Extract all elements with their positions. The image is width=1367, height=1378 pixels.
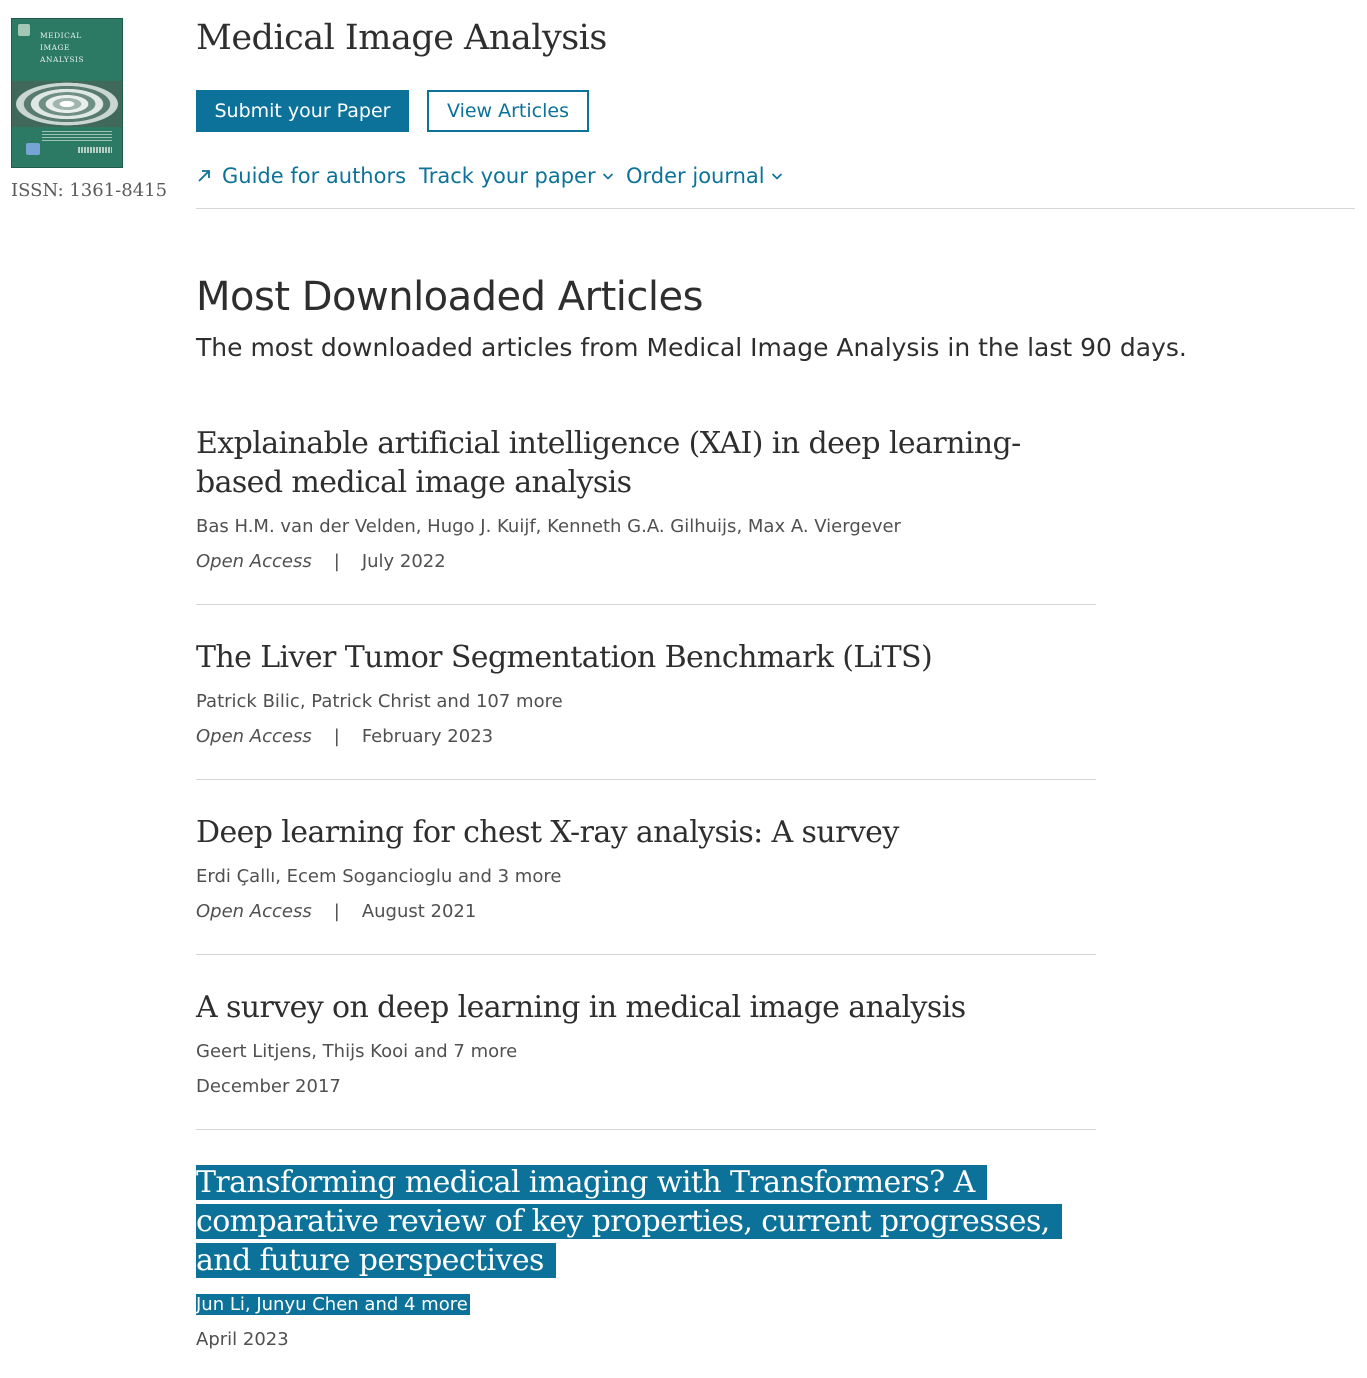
article-item: The Liver Tumor Segmentation Benchmark (… [196,638,1096,747]
cover-title: MEDICAL IMAGE ANALYSIS [40,30,84,66]
external-arrow-icon [198,170,210,182]
cover-title-line: IMAGE [40,43,71,52]
article-authors: Jun Li, Junyu Chen and 4 more [196,1294,1076,1315]
article-divider [196,954,1096,955]
article-date: July 2022 [361,551,446,572]
article-divider [196,779,1096,780]
chevron-down-icon [771,173,782,180]
article-meta: Open Access | August 2021 [196,901,1096,922]
order-journal-dropdown[interactable]: Order journal [626,160,783,192]
open-access-label: Open Access [196,551,312,572]
article-date: April 2023 [196,1329,289,1350]
article-title-link[interactable]: Deep learning for chest X-ray analysis: … [196,813,1096,852]
article-item: Deep learning for chest X-ray analysis: … [196,813,1096,922]
article-date: December 2017 [196,1076,341,1097]
article-authors: Patrick Bilic, Patrick Christ and 107 mo… [196,691,563,712]
article-divider [196,604,1096,605]
article-title-link[interactable]: Transforming medical imaging with Transf… [196,1163,1076,1280]
guide-for-authors-link[interactable]: Guide for authors [196,160,406,192]
guide-for-authors-label: Guide for authors [222,164,407,188]
issn-label: ISSN: 1361-8415 [11,180,168,201]
society-logo-icon [26,143,40,155]
article-authors: Erdi Çallı, Ecem Sogancioglu and 3 more [196,866,562,887]
elsevier-logo-icon [18,24,30,36]
journal-title[interactable]: Medical Image Analysis [196,18,607,58]
header-divider [196,208,1355,209]
order-journal-label: Order journal [626,164,765,188]
article-title-link[interactable]: Explainable artificial intelligence (XAI… [196,424,1096,502]
article-item: Explainable artificial intelligence (XAI… [196,424,1096,572]
cover-title-line: ANALYSIS [40,55,85,64]
open-access-label: Open Access [196,726,312,747]
track-your-paper-dropdown[interactable]: Track your paper [419,160,614,192]
brain-scan-image [12,81,122,127]
article-date: February 2023 [361,726,494,747]
article-title-link[interactable]: A survey on deep learning in medical ima… [196,988,1096,1027]
section-title: Most Downloaded Articles [196,274,703,320]
article-item: Transforming medical imaging with Transf… [196,1163,1076,1350]
article-item: A survey on deep learning in medical ima… [196,988,1096,1097]
article-date: August 2021 [361,901,477,922]
meta-separator: | [333,901,340,922]
section-subtitle: The most downloaded articles from Medica… [196,333,1187,362]
article-authors: Bas H.M. van der Velden, Hugo J. Kuijf, … [196,516,901,537]
article-meta: Open Access | February 2023 [196,726,1096,747]
article-authors: Geert Litjens, Thijs Kooi and 7 more [196,1041,518,1062]
article-meta: Open Access | July 2022 [196,551,1096,572]
cover-title-line: MEDICAL [40,31,82,40]
cover-blurb [42,131,112,141]
article-title-link[interactable]: The Liver Tumor Segmentation Benchmark (… [196,638,1096,677]
selected-title-text: Transforming medical imaging with Transf… [196,1165,1062,1278]
journal-cover-image[interactable]: MEDICAL IMAGE ANALYSIS [11,18,123,168]
article-divider [196,1129,1096,1130]
selected-authors-text: Jun Li, Junyu Chen and 4 more [196,1294,470,1315]
meta-separator: | [333,551,340,572]
open-access-label: Open Access [196,901,312,922]
chevron-down-icon [602,173,613,180]
publisher-logo-icon [78,147,112,153]
meta-separator: | [333,726,340,747]
article-meta: December 2017 [196,1076,1096,1097]
track-your-paper-label: Track your paper [419,164,596,188]
submit-paper-button[interactable]: Submit your Paper [196,90,409,132]
view-articles-button[interactable]: View Articles [427,90,589,132]
article-meta: April 2023 [196,1329,1076,1350]
